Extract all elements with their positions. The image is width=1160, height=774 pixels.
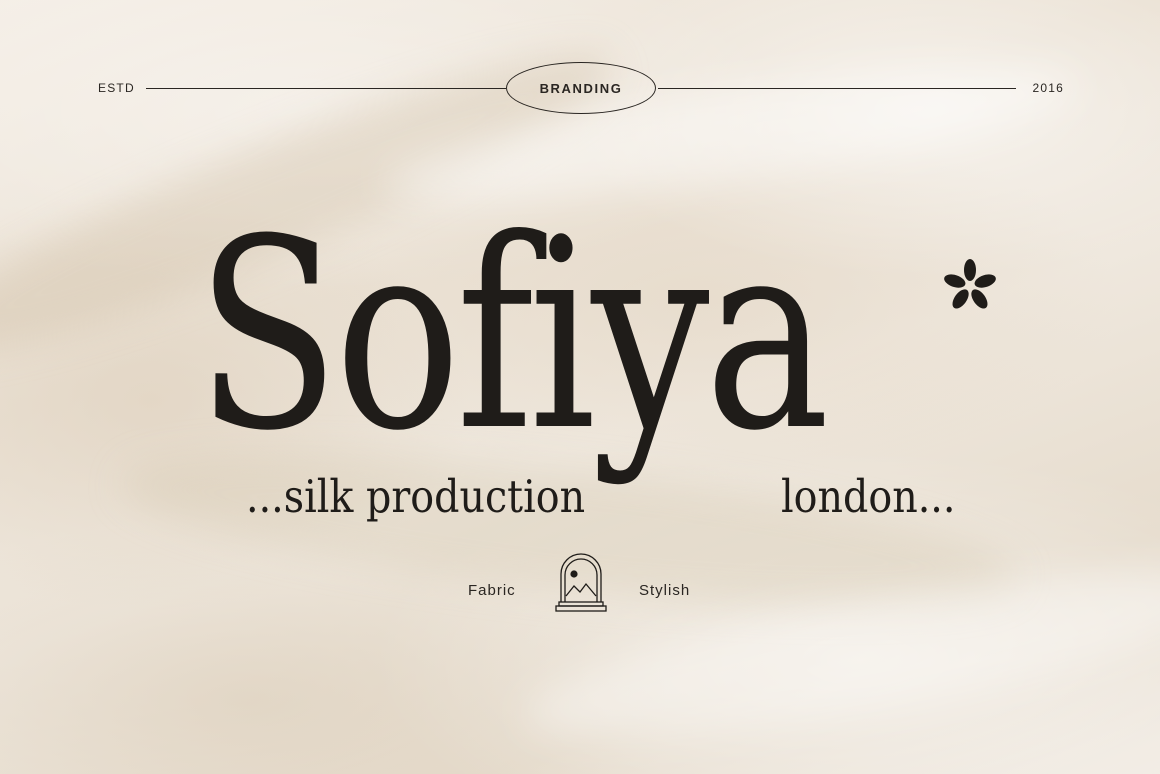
branding-badge: BRANDING xyxy=(506,62,656,114)
brand-title: Sofiya xyxy=(196,183,830,488)
asterisk-flower-icon xyxy=(944,259,996,309)
arch-sun-mountains-icon xyxy=(555,553,607,612)
header-row: ESTD BRANDING 2016 xyxy=(98,62,1064,116)
fabric-tag: Fabric xyxy=(468,582,516,599)
header-rule-left xyxy=(146,88,506,89)
year-label: 2016 xyxy=(1032,81,1064,95)
footer-row: Fabric Stylish xyxy=(440,552,720,616)
stylish-tag: Stylish xyxy=(639,582,691,599)
tagline-right: london... xyxy=(781,470,956,523)
tagline-left: ...silk production xyxy=(246,470,586,523)
header-rule-right xyxy=(658,88,1016,89)
established-label: ESTD xyxy=(98,81,135,95)
